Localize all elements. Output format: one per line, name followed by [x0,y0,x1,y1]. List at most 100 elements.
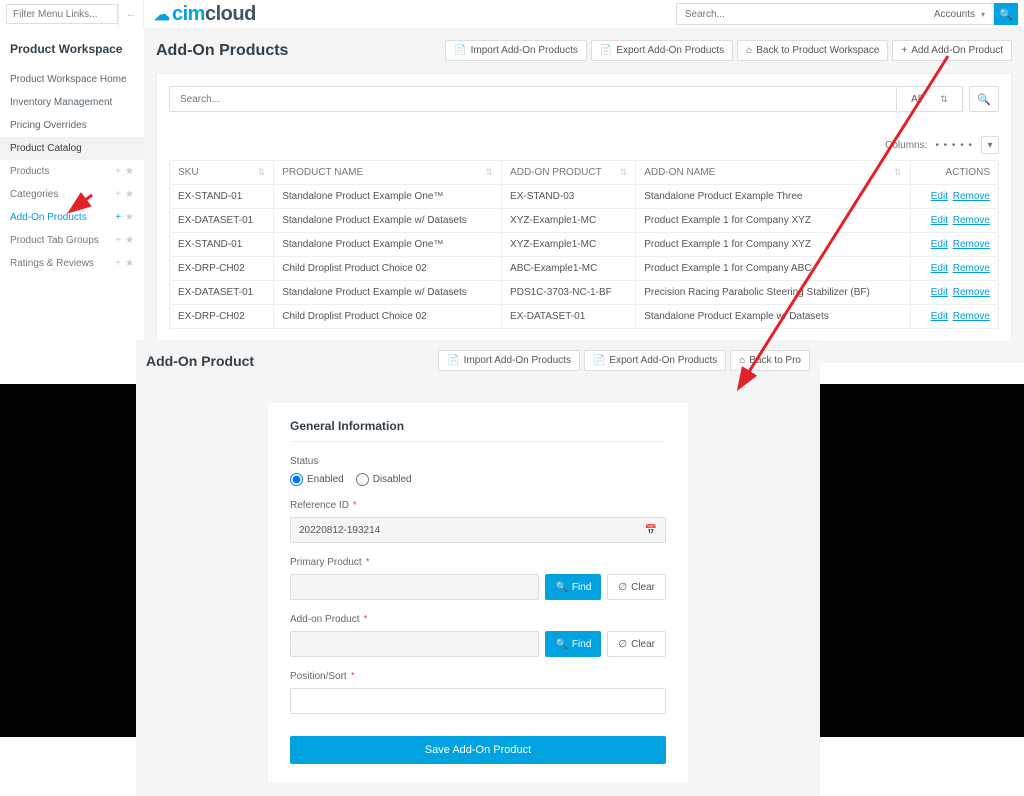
back-button[interactable]: ⌂Back to Product Workspace [737,40,888,61]
cell-sku: EX-STAND-01 [170,185,274,209]
plus-icon[interactable]: + [115,235,121,246]
cell-actions: Edit Remove [910,185,999,209]
addon-product-label: Add-on Product* [290,614,666,625]
addon-clear-button[interactable]: ∅Clear [607,631,666,657]
export-button[interactable]: 📄Export Add-On Products [591,40,733,61]
cell-aoprod: EX-DATASET-01 [502,305,636,329]
sidebar-item[interactable]: Inventory Management [0,91,144,114]
cell-aoname: Standalone Product Example Three [636,185,910,209]
clear-label: Clear [631,582,655,593]
cell-aoname: Product Example 1 for Company ABC [636,257,910,281]
star-icon[interactable]: ★ [125,212,134,223]
remove-link[interactable]: Remove [953,215,990,226]
reference-id-value: 20220812-193214 [299,525,380,536]
primary-product-input[interactable] [290,574,539,600]
edit-link[interactable]: Edit [931,287,948,298]
import-button[interactable]: 📄Import Add-On Products [445,40,587,61]
global-search-input[interactable] [676,3,926,25]
ban-icon: ∅ [618,639,627,650]
sidebar-subitem-label: Product Tab Groups [10,235,99,246]
remove-link[interactable]: Remove [953,263,990,274]
position-sort-input[interactable] [290,688,666,714]
calendar-icon[interactable]: 📅 [645,525,657,536]
reference-id-input[interactable]: 20220812-193214 📅 [290,517,666,543]
search-scope-select[interactable]: Accounts [926,3,994,25]
remove-link[interactable]: Remove [953,311,990,322]
edit-link[interactable]: Edit [931,263,948,274]
plus-icon[interactable]: + [115,166,121,177]
find-label: Find [572,582,591,593]
sidebar-subitem[interactable]: Product Tab Groups + ★ [0,229,144,252]
collapse-sidebar-button[interactable]: ← [118,0,144,28]
sidebar-subitem[interactable]: Add-On Products+★ [0,206,144,229]
sidebar-subitem[interactable]: Ratings & Reviews + ★ [0,252,144,275]
col-sku[interactable]: SKU⇅ [170,161,274,185]
remove-link[interactable]: Remove [953,239,990,250]
sidebar-subitem[interactable]: Products+★ [0,160,144,183]
columns-dropdown[interactable]: ▾ [981,136,999,154]
add-button[interactable]: +Add Add-On Product [892,40,1012,61]
file-icon: 📄 [454,45,466,56]
ban-icon: ∅ [618,582,627,593]
col-addon-product[interactable]: ADD-ON PRODUCT⇅ [502,161,636,185]
addon-product-input[interactable] [290,631,539,657]
home-icon: ⌂ [746,45,752,56]
edit-link[interactable]: Edit [931,215,948,226]
global-search-button[interactable]: 🔍 [994,3,1018,25]
plus-icon[interactable]: + [115,212,121,223]
products-table: SKU⇅ PRODUCT NAME⇅ ADD-ON PRODUCT⇅ ADD-O… [169,160,999,329]
filter-menu-input[interactable] [6,4,118,24]
file-icon: 📄 [600,45,612,56]
sidebar-item[interactable]: Pricing Overrides [0,114,144,137]
sidebar-subitem-label: Categories [10,189,58,200]
find-label: Find [572,639,591,650]
addon-find-button[interactable]: 🔍Find [545,631,601,657]
cell-actions: Edit Remove [910,209,999,233]
col-actions: ACTIONS [910,161,999,185]
edit-link[interactable]: Edit [931,239,948,250]
remove-link[interactable]: Remove [953,287,990,298]
plus-icon[interactable]: + [115,189,121,200]
sidebar-item[interactable]: Product Workspace Home [0,68,144,91]
edit-link[interactable]: Edit [931,191,948,202]
status-disabled-radio[interactable]: Disabled [356,473,412,486]
cell-aoprod: EX-STAND-03 [502,185,636,209]
home-icon: ⌂ [739,355,745,366]
sidebar-subitem[interactable]: Categories + ★ [0,183,144,206]
star-icon[interactable]: ★ [125,189,134,200]
cell-pname: Standalone Product Example One™ [274,185,502,209]
import-label: Import Add-On Products [464,355,571,366]
status-enabled-radio[interactable]: Enabled [290,473,344,486]
list-filter-select[interactable]: All [897,86,963,112]
form-back-button[interactable]: ⌂Back to Pro [730,350,810,371]
col-addon-name[interactable]: ADD-ON NAME⇅ [636,161,910,185]
list-search-button[interactable]: 🔍 [969,86,999,112]
primary-find-button[interactable]: 🔍Find [545,574,601,600]
save-button[interactable]: Save Add-On Product [290,736,666,764]
edit-link[interactable]: Edit [931,311,948,322]
star-icon[interactable]: ★ [125,258,134,269]
form-import-button[interactable]: 📄 Import Add-On Products [438,350,580,371]
sort-icon: ⇅ [486,167,494,178]
primary-clear-button[interactable]: ∅ Clear [607,574,666,600]
column-drag-handle[interactable]: • • • • • [935,140,973,151]
star-icon[interactable]: ★ [125,235,134,246]
cell-pname: Standalone Product Example w/ Datasets [274,281,502,305]
form-export-button[interactable]: 📄Export Add-On Products [584,350,726,371]
sidebar-item[interactable]: Product Catalog [0,137,144,160]
remove-link[interactable]: Remove [953,191,990,202]
columns-label: Columns: [885,140,927,151]
cell-pname: Standalone Product Example w/ Datasets [274,209,502,233]
plus-icon[interactable]: + [115,258,121,269]
file-icon: 📄 [447,355,459,366]
add-label: Add Add-On Product [911,45,1003,56]
sidebar-subitem-label: Ratings & Reviews [10,258,94,269]
form-card: General Information Status Enabled Disab… [268,403,688,782]
list-search-input[interactable] [169,86,897,112]
cell-aoprod: XYZ-Example1-MC [502,209,636,233]
col-product-name[interactable]: PRODUCT NAME⇅ [274,161,502,185]
cell-actions: Edit Remove [910,257,999,281]
star-icon[interactable]: ★ [125,166,134,177]
cell-pname: Child Droplist Product Choice 02 [274,257,502,281]
sidebar-title: Product Workspace [0,32,144,68]
